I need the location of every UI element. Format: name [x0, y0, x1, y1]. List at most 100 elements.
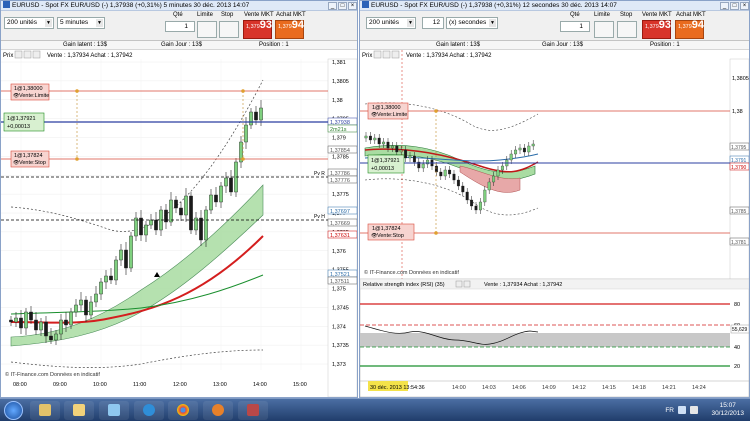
- watermark: © IT-Finance.com Données en indicatif: [5, 371, 100, 378]
- svg-text:Vente:Stop: Vente:Stop: [19, 160, 46, 166]
- explorer-icon: [39, 404, 51, 416]
- candle: [19, 317, 23, 329]
- stop-order-tag[interactable]: 1@1,37824 Vente:Stop 👁: [367, 223, 415, 241]
- y-tick-label: 1,381: [332, 60, 346, 66]
- buy-mkt-label: Achat MKT: [276, 12, 306, 18]
- candle: [169, 199, 173, 223]
- ie-icon: [143, 404, 155, 416]
- language-indicator[interactable]: FR: [665, 407, 674, 414]
- candle: [377, 137, 381, 145]
- limit-label: Limite: [594, 12, 611, 18]
- sell-market-button[interactable]: 1,37993: [642, 20, 671, 39]
- chart-window-5min[interactable]: EURUSD - Spot FX EUR/USD (-) 1,37938 (+0…: [0, 0, 358, 398]
- zoom-icon[interactable]: [32, 50, 41, 59]
- candle: [104, 275, 108, 283]
- volume-icon[interactable]: [690, 406, 698, 414]
- media-player-icon: [212, 404, 224, 416]
- taskbar-app-chrome[interactable]: [168, 401, 198, 420]
- candle: [461, 185, 465, 193]
- stop-order-button[interactable]: [219, 21, 239, 38]
- zoom-icon[interactable]: [391, 50, 400, 59]
- candle: [79, 299, 83, 306]
- position-tag[interactable]: 1@1,37921 +0,00013: [367, 154, 405, 174]
- window-titlebar[interactable]: EURUSD - Spot FX EUR/USD (-) 1,37938 (+0…: [360, 1, 749, 11]
- period-unit-select[interactable]: (x) secondes ▼: [446, 17, 498, 29]
- network-icon[interactable]: [678, 406, 686, 414]
- candle: [452, 173, 456, 181]
- maximize-icon[interactable]: □: [338, 2, 347, 10]
- gain-jour: Gain Jour : 13$: [542, 42, 584, 48]
- taskbar-app-files[interactable]: [64, 401, 94, 420]
- indicator-icon[interactable]: [23, 50, 32, 59]
- taskbar-app-explorer[interactable]: [30, 401, 60, 420]
- taskbar-app-media[interactable]: [203, 401, 233, 420]
- svg-text:1@1,38000: 1@1,38000: [372, 105, 401, 111]
- price-chart-12sec[interactable]: Prix Vente : 1,37934 Achat : 1,37942 1,3…: [360, 50, 749, 397]
- limit-order-tag[interactable]: 1@1,38000 Vente:Limite 👁: [367, 102, 409, 120]
- start-orb-icon[interactable]: [4, 401, 23, 420]
- candle: [99, 281, 103, 295]
- candle: [14, 317, 18, 323]
- svg-text:Vente:Limite: Vente:Limite: [377, 112, 407, 118]
- period-select[interactable]: 5 minutes ▼: [57, 17, 105, 29]
- limit-order-button[interactable]: [197, 21, 217, 38]
- close-icon[interactable]: ×: [348, 2, 357, 10]
- limit-order-button[interactable]: [594, 21, 614, 38]
- taskbar-app-docs[interactable]: [99, 401, 129, 420]
- stop-order-button[interactable]: [617, 21, 637, 38]
- y-tick-label: 1,3805: [332, 79, 349, 85]
- period-value-input[interactable]: 12: [422, 17, 444, 29]
- gain-jour: Gain Jour : 13$: [161, 42, 203, 48]
- limit-order-tag[interactable]: 1@1,38000 Vente:Limite 👁: [10, 83, 50, 101]
- x-tick-label: 11:00: [133, 382, 146, 388]
- qty-input[interactable]: 1: [165, 21, 195, 32]
- candle: [219, 185, 223, 203]
- position-count: Position : 1: [650, 42, 680, 48]
- chevron-down-icon: ▼: [45, 19, 52, 27]
- candle: [470, 199, 474, 207]
- candle: [64, 319, 68, 326]
- clock[interactable]: 15:07 30/12/2013: [711, 402, 744, 418]
- window-titlebar[interactable]: EURUSD - Spot FX EUR/USD (-) 1,37938 (+0…: [1, 1, 357, 11]
- candle: [134, 217, 138, 237]
- candle: [390, 145, 394, 149]
- indicator-icon[interactable]: [382, 50, 391, 59]
- candle: [395, 145, 399, 153]
- y-tick-label: 1,376: [332, 249, 346, 255]
- units-select[interactable]: 200 unités ▼: [366, 17, 416, 29]
- buy-market-button[interactable]: 1,37994: [275, 20, 304, 39]
- minimize-icon[interactable]: _: [720, 2, 729, 10]
- candle: [149, 219, 153, 226]
- chart-window-12sec[interactable]: EURUSD - Spot FX EUR/USD (-) 1,37938 (+0…: [359, 0, 750, 398]
- y-tick-label: 1,379: [332, 136, 346, 142]
- candle: [189, 195, 193, 231]
- settings-icon[interactable]: [14, 50, 23, 59]
- order-marker: [434, 109, 438, 113]
- buy-market-button[interactable]: 1,37994: [675, 20, 704, 39]
- stop-order-tag[interactable]: 1@1,37824 Vente:Stop 👁: [10, 150, 50, 168]
- close-icon[interactable]: ×: [740, 2, 749, 10]
- candle: [531, 143, 535, 147]
- price-chart-5min[interactable]: Prix Vente : 1,37934 Achat : 1,37942 1,3…: [1, 50, 357, 397]
- candle: [54, 333, 58, 341]
- minimize-icon[interactable]: _: [328, 2, 337, 10]
- rsi-settings-icon[interactable]: [455, 280, 463, 288]
- candle: [434, 165, 438, 173]
- eye-icon: 👁: [371, 233, 378, 239]
- sell-market-button[interactable]: 1,37993: [243, 20, 272, 39]
- units-select[interactable]: 200 unités ▼: [4, 17, 54, 29]
- chrome-icon: [177, 404, 189, 416]
- rsi-close-icon[interactable]: [463, 280, 471, 288]
- taskbar-app-ie[interactable]: [134, 401, 164, 420]
- svg-text:1@1,37921: 1@1,37921: [7, 116, 36, 122]
- settings-icon[interactable]: [373, 50, 382, 59]
- candle: [69, 311, 73, 326]
- position-tag[interactable]: 1@1,37921 +0,00013: [3, 112, 45, 132]
- maximize-icon[interactable]: □: [730, 2, 739, 10]
- candle: [368, 135, 372, 141]
- candle: [114, 259, 118, 281]
- y-tick-label: 1,373: [332, 362, 346, 368]
- candle: [474, 205, 478, 211]
- taskbar-app-trading[interactable]: [238, 401, 268, 420]
- qty-input[interactable]: 1: [560, 21, 590, 32]
